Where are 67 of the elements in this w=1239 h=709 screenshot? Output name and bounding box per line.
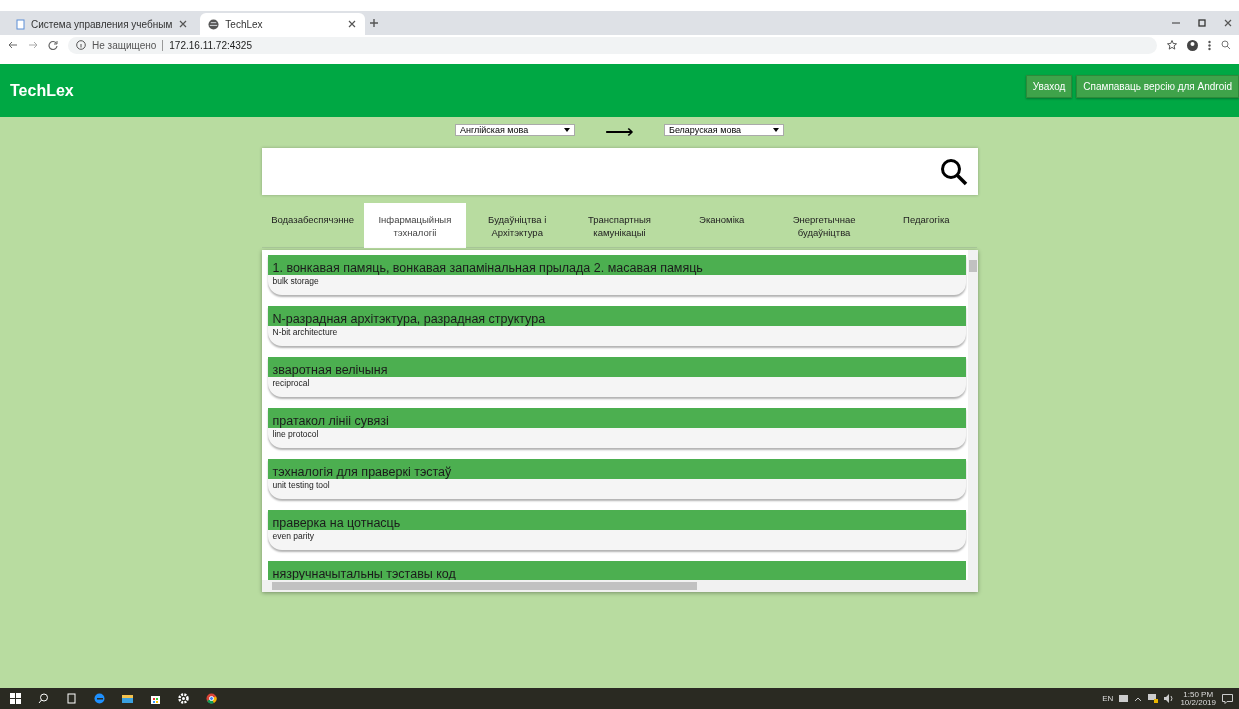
address-bar[interactable]: Не защищено 172.16.11.72:4325 xyxy=(68,36,1157,54)
notification-icon[interactable] xyxy=(1222,693,1233,704)
clock-date[interactable]: 10/2/2019 xyxy=(1180,698,1216,707)
browser-tab[interactable]: Система управления учебным xyxy=(8,13,197,35)
info-icon xyxy=(76,40,86,50)
close-icon[interactable] xyxy=(347,19,358,29)
star-icon[interactable] xyxy=(1167,40,1177,50)
category-tab[interactable]: Эканоміка xyxy=(670,203,773,248)
category-tab[interactable]: Энергетычнае будаўніцтва xyxy=(772,203,876,248)
category-tab[interactable]: Будаўніцтва і Архітэктура xyxy=(466,203,569,248)
security-label: Не защищено xyxy=(92,39,157,51)
caret-icon xyxy=(564,128,570,132)
term-title: 1. вонкавая памяць, вонкавая запамінальная прылада 2. масавая памяць xyxy=(267,255,966,275)
browser-tab[interactable]: TechLex xyxy=(200,13,366,35)
category-tab[interactable]: Педагогіка xyxy=(875,203,978,248)
term-card[interactable]: тэхналогія для праверкі тэстаў unit testing tool xyxy=(267,459,966,499)
term-title: нязручначытальны тэставы код xyxy=(267,561,966,580)
term-card[interactable]: зваротная велічыня reciprocal xyxy=(267,357,966,397)
windows-icon[interactable] xyxy=(10,693,21,704)
category-tab[interactable]: Водазабеспячэнне xyxy=(261,203,364,248)
term-title: праверка на цотнасць xyxy=(267,510,966,530)
language-indicator[interactable]: EN xyxy=(1102,694,1114,703)
language-dropdown[interactable]: Беларуская мова xyxy=(664,124,784,136)
close-icon[interactable] xyxy=(1223,18,1233,28)
caret-icon xyxy=(773,128,779,132)
plus-icon[interactable] xyxy=(369,18,380,28)
term-translation: unit testing tool xyxy=(271,479,331,491)
document-icon xyxy=(16,18,25,30)
url-text: 172.16.11.72:4325 xyxy=(162,39,252,51)
term-title: N-разрадная архітэктура, разрадная структура xyxy=(267,306,966,326)
account-icon[interactable] xyxy=(1187,39,1198,51)
back-arrow-icon[interactable] xyxy=(8,40,18,50)
term-title: зваротная велічыня xyxy=(267,357,966,377)
search-icon[interactable] xyxy=(939,157,968,186)
chevron-up-icon[interactable] xyxy=(1134,695,1143,702)
tab-title: Система управления учебным xyxy=(31,18,173,30)
clock-time[interactable]: 1:50 PM xyxy=(1180,690,1216,699)
term-title: пратакол лініі сувязі xyxy=(267,408,966,428)
language-dropdown[interactable]: Англійская мова xyxy=(455,124,575,136)
term-translation: line protocol xyxy=(271,428,320,440)
task-view-icon[interactable] xyxy=(66,693,77,704)
close-icon[interactable] xyxy=(178,19,189,29)
term-translation: even parity xyxy=(271,530,316,542)
term-card[interactable]: 1. вонкавая памяць, вонкавая запамінальная прылада 2. масавая памяць bulk storage xyxy=(267,255,966,295)
term-translation: N-bit architecture xyxy=(271,326,339,338)
network-icon[interactable] xyxy=(1148,694,1159,703)
term-title: тэхналогія для праверкі тэстаў xyxy=(267,459,966,479)
gear-icon[interactable] xyxy=(178,693,189,704)
term-card[interactable]: N-разрадная архітэктура, разрадная структура N-bit architecture xyxy=(267,306,966,346)
term-translation: reciprocal xyxy=(271,377,311,389)
vertical-scrollbar[interactable] xyxy=(967,250,978,580)
category-tab[interactable]: Транспартныя камунікацыі xyxy=(568,203,671,248)
reload-icon[interactable] xyxy=(48,40,58,50)
category-tab[interactable]: Інфармацыйныя тэхналогіі xyxy=(363,203,467,248)
restore-icon[interactable] xyxy=(1197,18,1207,28)
speaker-icon[interactable] xyxy=(1164,694,1175,703)
term-card[interactable]: праверка на цотнасць even parity xyxy=(267,510,966,550)
horizontal-scrollbar[interactable] xyxy=(261,580,978,592)
term-card[interactable]: пратакол лініі сувязі line protocol xyxy=(267,408,966,448)
arrow-icon: ⟶ xyxy=(605,119,634,143)
menu-icon[interactable] xyxy=(1208,39,1211,51)
search-field[interactable] xyxy=(261,148,978,195)
zoom-icon[interactable] xyxy=(1221,40,1231,50)
tab-title: TechLex xyxy=(225,18,264,30)
search-icon[interactable] xyxy=(38,693,49,704)
folder-icon[interactable] xyxy=(122,693,133,704)
term-translation: bulk storage xyxy=(271,275,320,287)
